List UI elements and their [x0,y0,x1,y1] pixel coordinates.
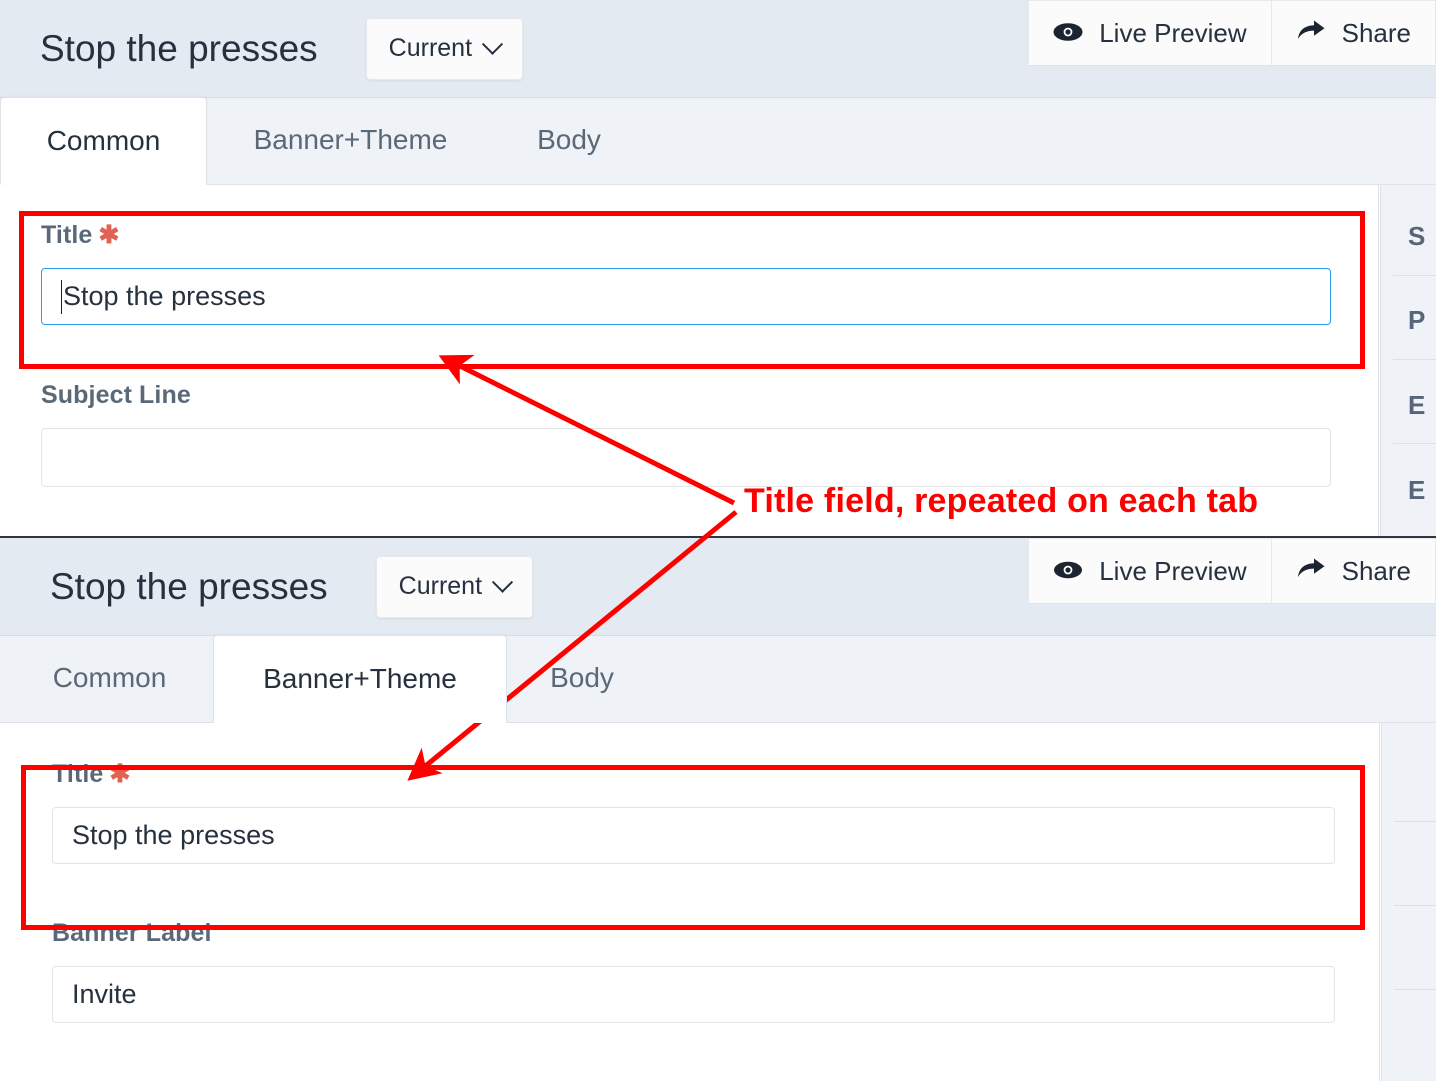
tab-common-label: Common [46,125,161,156]
side-divider-3 [1393,443,1436,444]
version-selector-label-2: Current [398,572,483,600]
form-column: Title ✱ Stop the presses Subject Line [0,185,1379,536]
tab-common-2[interactable]: Common [6,634,213,722]
eye-icon-2 [1053,556,1083,587]
title-input-2[interactable]: Stop the presses [52,807,1335,864]
tab-common-label-2: Common [52,662,167,693]
side-row-3[interactable]: E [1408,390,1425,421]
field-subject-line: Subject Line [41,381,1331,487]
header-actions-2: Live Preview Share [1028,538,1436,604]
banner-label-input-value: Invite [72,979,137,1009]
share-button[interactable]: Share [1271,0,1436,66]
side-divider-2-3 [1394,989,1436,990]
tab-body-label: Body [537,124,601,155]
page-title-2: Stop the presses [50,566,328,607]
right-side-panel-2 [1381,723,1436,1081]
text-caret [61,279,62,314]
subject-line-input[interactable] [41,428,1331,487]
tab-banner-theme[interactable]: Banner+Theme [207,96,494,184]
live-preview-button-2[interactable]: Live Preview [1028,538,1272,604]
tab-body-label-2: Body [550,662,614,693]
right-side-panel: S P E E [1380,185,1436,536]
field-title-label: Title ✱ [41,221,120,249]
share-label: Share [1341,17,1411,48]
side-divider-2 [1393,359,1436,360]
app-window-common: Stop the presses Current Live Preview Sh… [0,0,1436,536]
live-preview-button[interactable]: Live Preview [1028,0,1272,66]
version-selector-button-2[interactable]: Current [375,555,534,618]
tab-banner-theme-2[interactable]: Banner+Theme [213,635,507,723]
required-asterisk-icon: ✱ [98,221,120,249]
field-subject-line-label: Subject Line [41,381,191,409]
side-divider-1 [1393,275,1436,276]
live-preview-label-2: Live Preview [1099,555,1247,586]
live-preview-label: Live Preview [1099,17,1247,48]
tab-body[interactable]: Body [494,96,644,184]
form-body: Title ✱ Stop the presses Subject Line S P [0,185,1436,536]
side-row-1[interactable]: S [1408,221,1425,252]
header-actions: Live Preview Share [1028,0,1436,66]
share-arrow-icon-2 [1296,556,1326,587]
side-row-2[interactable]: P [1408,305,1425,336]
field-banner-label-label: Banner Label [52,919,212,947]
field-title-2: Title ✱ Stop the presses [52,759,1335,864]
app-window-banner-theme: Stop the presses Current Live Preview Sh… [0,536,1436,1081]
title-input[interactable]: Stop the presses [41,268,1331,325]
app-header: Stop the presses Current Live Preview Sh… [0,0,1436,97]
version-selector-button[interactable]: Current [365,17,524,80]
tab-bar: Common Banner+Theme Body [0,97,1436,185]
chevron-down-icon [481,33,504,55]
chevron-down-icon-2 [491,571,514,593]
side-row-4[interactable]: E [1408,475,1425,506]
form-body-2: Title ✱ Stop the presses Banner Label Inv… [0,723,1436,1081]
field-banner-label: Banner Label Invite [52,919,1335,1023]
required-asterisk-icon-2: ✱ [109,760,131,788]
form-column-2: Title ✱ Stop the presses Banner Label Inv… [6,723,1380,1081]
share-label-2: Share [1341,555,1411,586]
tab-bar-2: Common Banner+Theme Body [0,635,1436,723]
side-divider-2-2 [1394,905,1436,906]
tab-banner-theme-label: Banner+Theme [253,124,448,155]
tab-body-2[interactable]: Body [507,634,657,722]
app-header-2: Stop the presses Current Live Preview Sh… [0,538,1436,635]
field-title-label-2: Title ✱ [52,760,131,788]
tab-common[interactable]: Common [0,97,207,185]
banner-label-input[interactable]: Invite [52,966,1335,1023]
side-divider-2-1 [1394,821,1436,822]
title-input-value-2: Stop the presses [72,820,275,850]
screenshot-root: Stop the presses Current Live Preview Sh… [0,0,1436,1081]
page-title: Stop the presses [40,28,318,69]
title-input-value: Stop the presses [63,281,266,311]
tab-banner-theme-label-2: Banner+Theme [263,663,457,694]
version-selector-label: Current [388,34,473,62]
field-title: Title ✱ Stop the presses [41,220,1331,325]
share-button-2[interactable]: Share [1271,538,1436,604]
eye-icon [1053,18,1083,49]
share-arrow-icon [1296,18,1326,49]
